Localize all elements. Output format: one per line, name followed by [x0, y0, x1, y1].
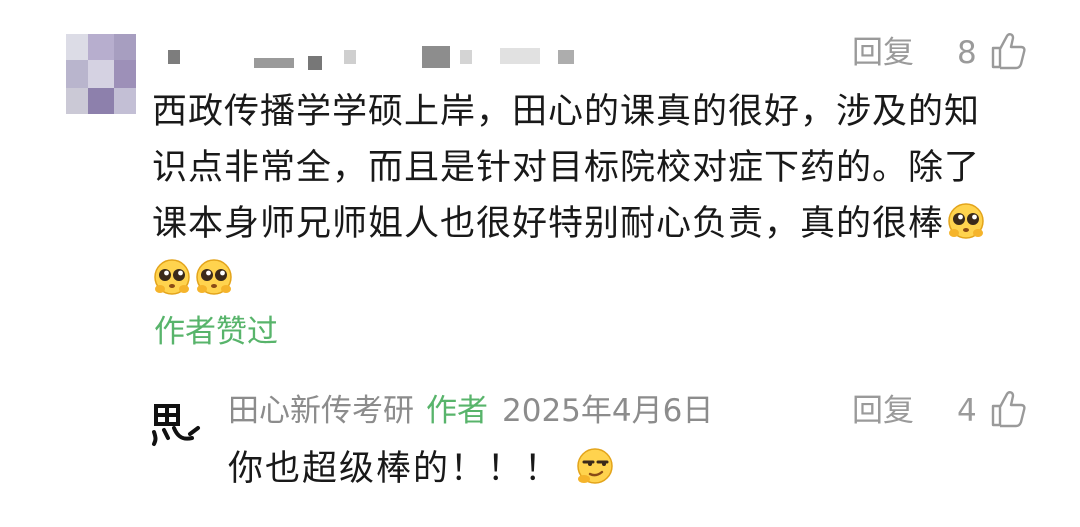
- commenter-avatar[interactable]: [66, 34, 136, 114]
- reply-author-avatar[interactable]: [150, 398, 210, 448]
- comment-line: 识点非常全，而且是针对目标院校对症下药的。除了: [152, 148, 981, 188]
- thumbs-up-icon[interactable]: [990, 390, 1026, 435]
- pleading-face-icon: [946, 201, 986, 241]
- reply-author-name[interactable]: 田心新传考研: [228, 393, 414, 429]
- comment-line-text: 课本身师兄师姐人也很好特别耐心负责，真的很棒: [152, 204, 945, 244]
- commenter-name-redacted[interactable]: [160, 44, 580, 74]
- reply-text: 你也超级棒的！！！: [228, 449, 562, 489]
- thumbs-up-icon[interactable]: [990, 32, 1026, 77]
- reply-header: 田心新传考研 作者 2025年4月6日: [228, 392, 713, 430]
- comment-emoji-line: [152, 252, 1032, 308]
- smirk-face-icon: [575, 446, 615, 486]
- pleading-face-icon: [194, 257, 234, 297]
- author-tag: 作者: [426, 393, 488, 429]
- pleading-face-icon: [152, 257, 192, 297]
- reply-body: 你也超级棒的！！！: [228, 446, 615, 491]
- reply-button[interactable]: 回复: [852, 394, 914, 428]
- author-liked-label: 作者赞过: [154, 314, 278, 350]
- comment-line: 课本身师兄师姐人也很好特别耐心负责，真的很棒: [152, 196, 1032, 252]
- like-count: 8: [957, 35, 977, 71]
- reply-button[interactable]: 回复: [852, 36, 914, 70]
- comment-line: 西政传播学学硕上岸，田心的课真的很好，涉及的知: [152, 92, 981, 132]
- reply-date: 2025年4月6日: [502, 393, 714, 429]
- comment-body: 西政传播学学硕上岸，田心的课真的很好，涉及的知 识点非常全，而且是针对目标院校对…: [152, 84, 1032, 308]
- like-count: 4: [957, 393, 977, 429]
